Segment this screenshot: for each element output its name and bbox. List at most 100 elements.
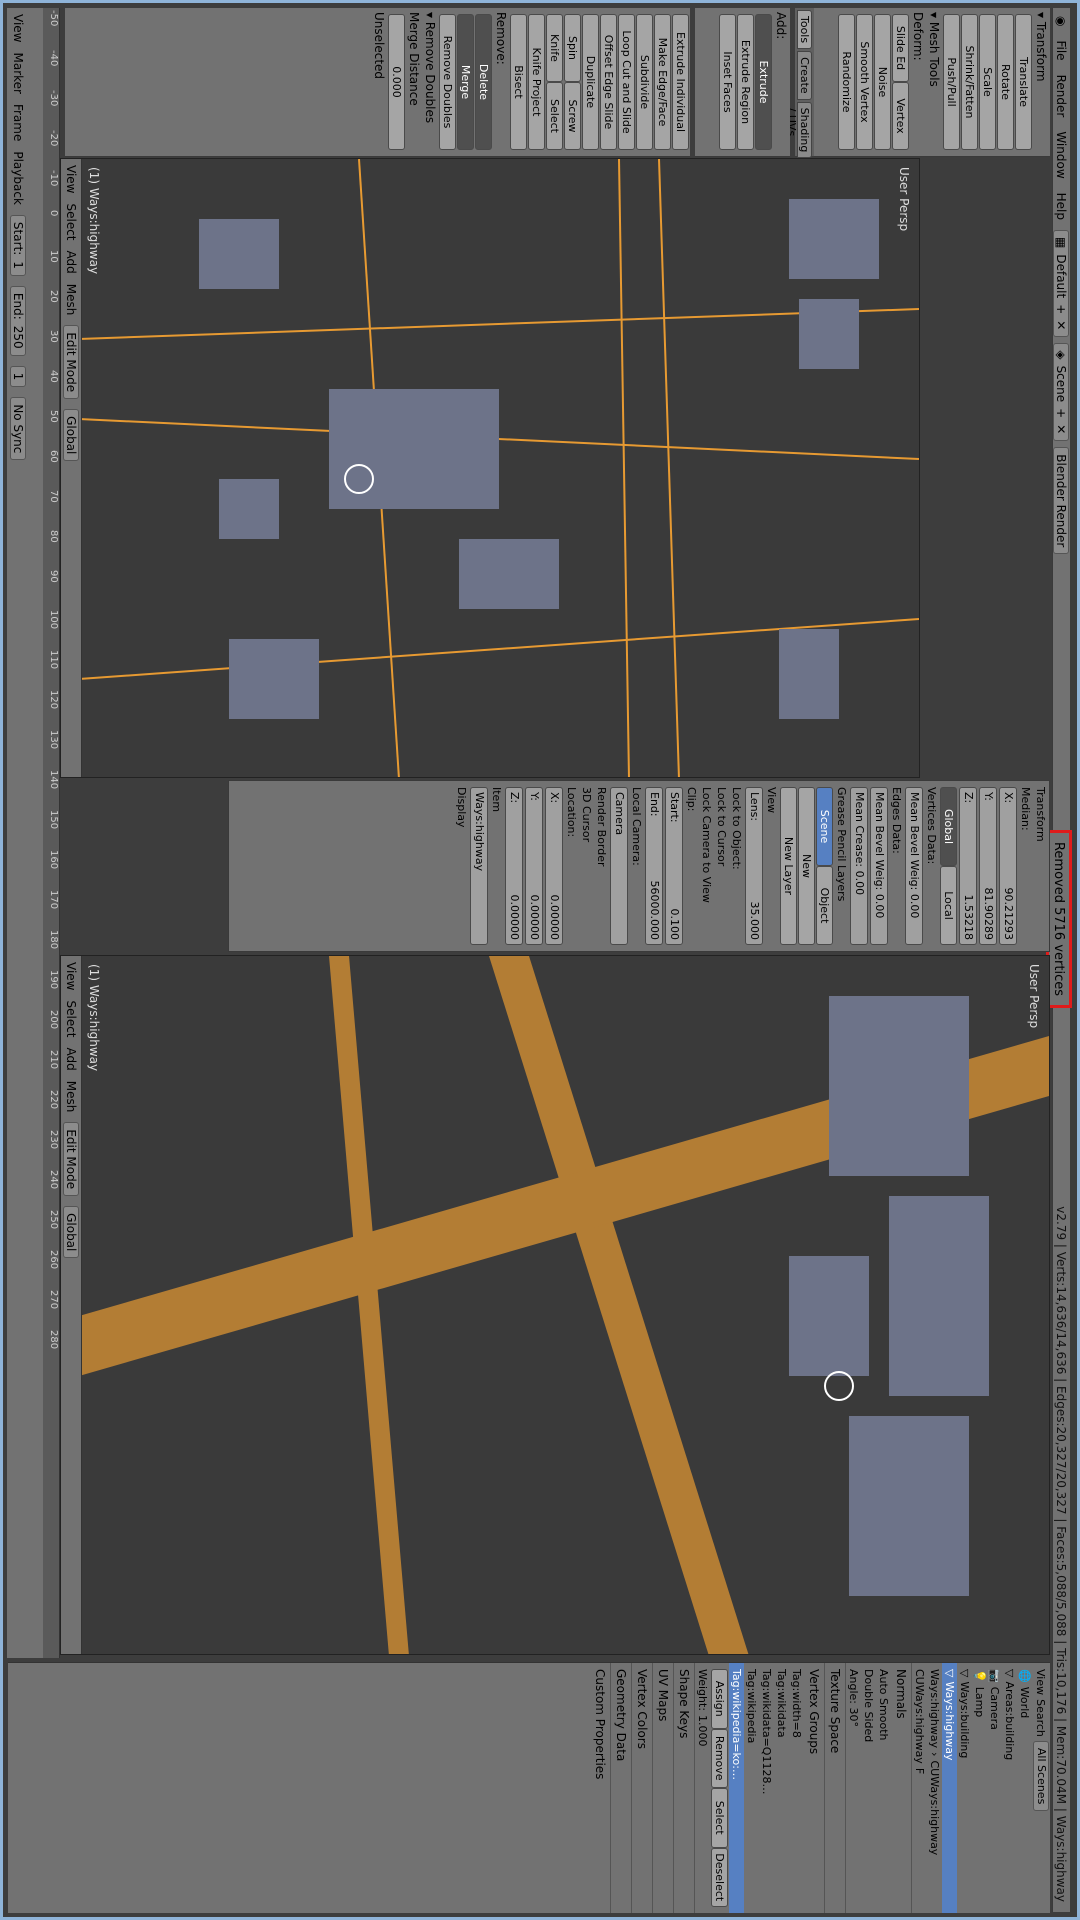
noise-button[interactable]: Noise xyxy=(874,14,891,150)
grease-pencil-layers-title[interactable]: Grease Pencil Layers xyxy=(835,787,848,945)
rotate-button[interactable]: Rotate xyxy=(997,14,1014,150)
knife-button[interactable]: Knife xyxy=(546,14,563,82)
double-sided-checkbox[interactable]: Double Sided xyxy=(861,1663,876,1913)
loop-cut-button[interactable]: Loop Cut and Slide xyxy=(618,14,635,150)
global-toggle[interactable]: Global xyxy=(940,787,957,866)
randomize-button[interactable]: Randomize xyxy=(838,14,855,150)
outliner-item[interactable]: 💡 Lamp xyxy=(972,1663,987,1913)
breadcrumb-mesh[interactable]: CUWays:highway xyxy=(928,1761,941,1856)
viewport-3d-primary[interactable]: User Persp (1) Ways:highway View Select … xyxy=(60,158,920,778)
inset-faces-button[interactable]: Inset Faces xyxy=(719,14,736,150)
outliner-item[interactable]: ▽ Ways:building xyxy=(957,1663,972,1913)
mean-bevel-edge-field[interactable]: Mean Bevel Weig: 0.00 xyxy=(870,787,888,945)
layout-selector[interactable]: ▦ Default + ✕ xyxy=(1053,230,1070,338)
cursor-section-title[interactable]: 3D Cursor xyxy=(580,787,593,945)
remove-doubles-panel-title[interactable]: ▾ Remove Doubles xyxy=(423,12,437,152)
vertex-group-item[interactable]: Tag:width=8 xyxy=(789,1663,804,1913)
translate-button[interactable]: Translate xyxy=(1015,14,1032,150)
bisect-button[interactable]: Bisect xyxy=(510,14,527,150)
timeline-frame-menu[interactable]: Frame xyxy=(11,104,25,141)
clip-start-field[interactable]: Start: 0.100 xyxy=(665,787,683,945)
outliner-scenes-selector[interactable]: All Scenes xyxy=(1033,1740,1049,1812)
orientation-selector-2[interactable]: Global xyxy=(63,1206,79,1259)
vertex-group-item[interactable]: Tag:wikipedia xyxy=(744,1663,759,1913)
median-z-field[interactable]: Z: 1.53218 xyxy=(959,787,977,945)
geometry-data-section[interactable]: Geometry Data xyxy=(611,1663,632,1913)
remove-button[interactable]: Remove xyxy=(711,1728,728,1788)
duplicate-button[interactable]: Duplicate xyxy=(582,14,599,150)
spin-button[interactable]: Spin xyxy=(564,14,581,82)
cursor-x-field[interactable]: X: 0.00000 xyxy=(545,787,563,945)
clip-end-field[interactable]: End: 56000.000 xyxy=(645,787,663,945)
delete-button[interactable]: Delete xyxy=(475,14,492,150)
gp-object-toggle[interactable]: Object xyxy=(816,866,833,945)
remove-doubles-button[interactable]: Remove Doubles xyxy=(439,14,456,150)
weight-field[interactable]: Weight: 1.000 xyxy=(695,1663,710,1913)
normals-section[interactable]: Normals xyxy=(891,1663,912,1913)
mesh-tools-panel-title[interactable]: ▾ Mesh Tools xyxy=(927,12,941,152)
angle-field[interactable]: Angle: 30° xyxy=(846,1663,861,1913)
outliner-item[interactable]: 🌐 World xyxy=(1017,1663,1032,1913)
add-scene-icon[interactable]: + xyxy=(1055,408,1069,418)
slide-edge-button[interactable]: Slide Ed xyxy=(892,14,909,82)
mode-selector-2[interactable]: Edit Mode xyxy=(63,1122,79,1197)
view-section-title[interactable]: View xyxy=(765,787,778,945)
item-section-title[interactable]: Item xyxy=(490,787,503,945)
view-menu-2[interactable]: View xyxy=(64,962,78,990)
screw-button[interactable]: Screw xyxy=(564,82,581,150)
mesh-menu-2[interactable]: Mesh xyxy=(64,1081,78,1113)
vertex-group-item-selected[interactable]: Tag:wikipedia=ko:… xyxy=(729,1663,744,1913)
offset-edge-slide-button[interactable]: Offset Edge Slide xyxy=(600,14,617,150)
close-layout-icon[interactable]: ✕ xyxy=(1055,320,1069,330)
vertex-group-item[interactable]: Tag:wikidata xyxy=(774,1663,789,1913)
outliner-view-menu[interactable]: View xyxy=(1035,1669,1048,1695)
vertex-groups-section[interactable]: Vertex Groups xyxy=(804,1663,825,1913)
timeline-ruler[interactable]: -50 -40 -30 -20 -10 0 10 20 30 40 50 60 … xyxy=(43,8,59,1658)
tab-create[interactable]: Create xyxy=(797,51,812,100)
menu-render[interactable]: Render xyxy=(1055,71,1069,122)
mesh-datablock[interactable]: CUWays:highway F xyxy=(912,1663,927,1913)
tab-shading-uvs[interactable]: Shading / UVs xyxy=(785,101,812,159)
mesh-fake-user[interactable]: F xyxy=(913,1768,926,1774)
merge-distance-field[interactable]: 0.000 xyxy=(388,14,405,150)
extrude-individual-button[interactable]: Extrude Individual xyxy=(672,14,689,150)
render-engine-selector[interactable]: Blender Render xyxy=(1053,447,1070,555)
cursor-y-field[interactable]: Y: 0.00000 xyxy=(525,787,543,945)
add-layout-icon[interactable]: + xyxy=(1055,304,1069,314)
select-button[interactable]: Select xyxy=(711,1788,728,1848)
timeline[interactable]: -50 -40 -30 -20 -10 0 10 20 30 40 50 60 … xyxy=(7,8,60,1658)
viewport-3d-secondary[interactable]: User Persp (1) Ways:highway View Select … xyxy=(60,955,1050,1655)
close-scene-icon[interactable]: ✕ xyxy=(1055,424,1069,434)
outliner-item[interactable]: ▽ Areas:building xyxy=(1002,1663,1017,1913)
shrink-fatten-button[interactable]: Shrink/Fatten xyxy=(961,14,978,150)
extrude-region-button[interactable]: Extrude Region xyxy=(737,14,754,150)
add-menu-2[interactable]: Add xyxy=(64,1048,78,1071)
tab-tools[interactable]: Tools xyxy=(797,10,812,50)
deselect-button[interactable]: Deselect xyxy=(711,1847,728,1907)
knife-select-button[interactable]: Select xyxy=(546,82,563,150)
custom-properties-section[interactable]: Custom Properties xyxy=(590,1663,611,1913)
select-menu-2[interactable]: Select xyxy=(64,1000,78,1037)
push-pull-button[interactable]: Push/Pull xyxy=(943,14,960,150)
mean-crease-field[interactable]: Mean Crease: 0.00 xyxy=(850,787,868,945)
display-section-title[interactable]: Display xyxy=(455,787,468,945)
texture-space-section[interactable]: Texture Space xyxy=(825,1663,846,1913)
select-menu[interactable]: Select xyxy=(64,203,78,240)
slide-vertex-button[interactable]: Vertex xyxy=(892,82,909,150)
outliner-item-selected[interactable]: ▽ Ways:highway xyxy=(942,1663,957,1913)
view-menu[interactable]: View xyxy=(64,165,78,193)
outliner-search-menu[interactable]: Search xyxy=(1035,1699,1048,1737)
render-border-checkbox[interactable]: Render Border xyxy=(595,787,608,945)
uv-maps-section[interactable]: UV Maps xyxy=(653,1663,674,1913)
timeline-view-menu[interactable]: View xyxy=(11,14,25,42)
end-frame-field[interactable]: End: 250 xyxy=(10,285,26,356)
make-edge-face-button[interactable]: Make Edge/Face xyxy=(654,14,671,150)
current-frame-field[interactable]: 1 xyxy=(10,365,26,388)
item-name-field[interactable]: Ways:highway xyxy=(470,787,488,945)
smooth-vertex-button[interactable]: Smooth Vertex xyxy=(856,14,873,150)
add-menu[interactable]: Add xyxy=(64,251,78,274)
start-frame-field[interactable]: Start: 1 xyxy=(10,214,26,276)
blender-logo-icon[interactable]: ◉ xyxy=(1055,12,1069,30)
extrude-button[interactable]: Extrude xyxy=(755,14,772,150)
outliner-item[interactable]: 📷 Camera xyxy=(987,1663,1002,1913)
